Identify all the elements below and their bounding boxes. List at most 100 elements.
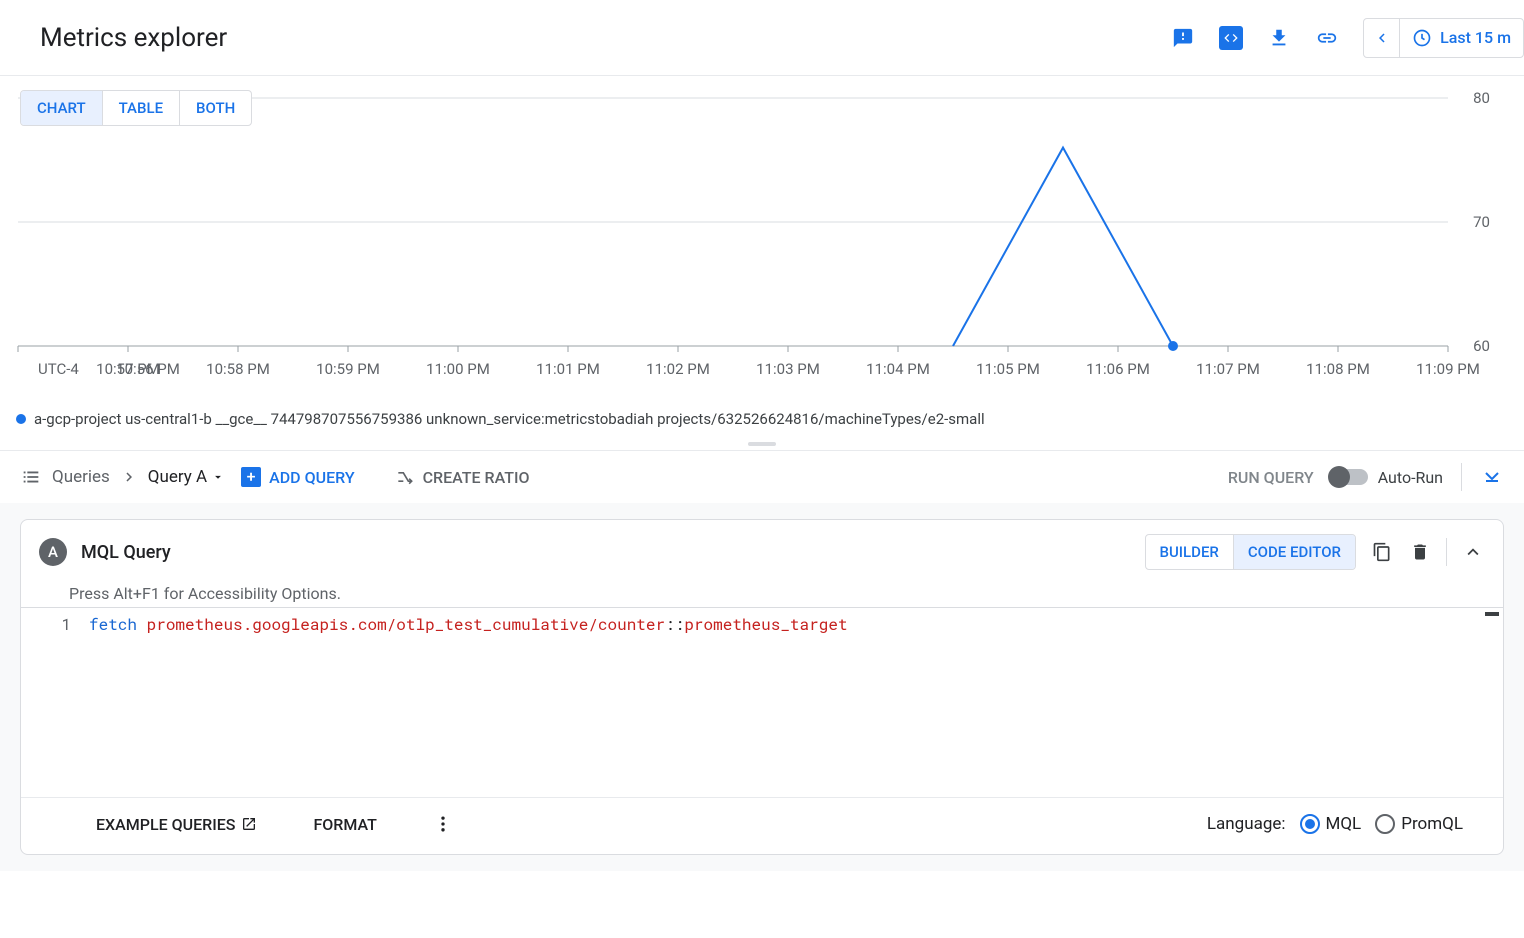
query-title: MQL Query: [81, 542, 171, 563]
drag-handle[interactable]: [0, 438, 1524, 450]
code-icon[interactable]: [1219, 26, 1243, 50]
footer-left: EXAMPLE QUERIES FORMAT: [96, 814, 453, 834]
queries-left: Queries Query A + ADD QUERY CREATE RATIO: [20, 466, 530, 488]
chart-area: CHART TABLE BOTH 607080UTC-410:57 PM10:5…: [0, 76, 1524, 450]
code-text[interactable]: fetch prometheus.googleapis.com/otlp_tes…: [81, 608, 1503, 797]
toggle-thumb: [1328, 466, 1350, 488]
svg-text:11:04 PM: 11:04 PM: [866, 360, 930, 378]
time-range-picker: Last 15 m: [1363, 18, 1524, 58]
tab-both[interactable]: BOTH: [180, 91, 251, 125]
svg-text:11:08 PM: 11:08 PM: [1306, 360, 1370, 378]
chart-view-tabs: CHART TABLE BOTH: [20, 90, 252, 126]
autorun-label: Auto-Run: [1378, 468, 1443, 487]
format-label: FORMAT: [313, 815, 376, 834]
time-range-prev-button[interactable]: [1364, 19, 1400, 57]
drag-handle-bar: [748, 442, 776, 446]
example-queries-label: EXAMPLE QUERIES: [96, 815, 235, 834]
delete-button[interactable]: [1408, 540, 1432, 564]
time-range-button[interactable]: Last 15 m: [1400, 19, 1523, 57]
svg-text:11:09 PM: 11:09 PM: [1416, 360, 1480, 378]
plus-icon: +: [241, 467, 261, 487]
open-new-icon: [241, 816, 257, 832]
feedback-icon[interactable]: [1171, 26, 1195, 50]
code-keyword: fetch: [89, 614, 137, 635]
divider: [1446, 538, 1447, 566]
legend-dot: [16, 414, 26, 424]
collapse-panel-button[interactable]: [1461, 540, 1485, 564]
page-title: Metrics explorer: [40, 23, 227, 53]
radio-promql-label: PromQL: [1401, 814, 1463, 834]
svg-text:11:06 PM: 11:06 PM: [1086, 360, 1150, 378]
svg-text:10:56 PM: 10:56 PM: [116, 360, 180, 378]
divider: [1461, 463, 1462, 491]
line-number: 1: [21, 614, 71, 635]
radio-mql[interactable]: MQL: [1300, 814, 1362, 834]
code-sep: ::: [665, 614, 684, 635]
svg-text:60: 60: [1473, 337, 1490, 355]
queries-breadcrumb: Queries Query A: [20, 466, 225, 488]
example-queries-button[interactable]: EXAMPLE QUERIES: [96, 815, 257, 834]
autorun-toggle[interactable]: Auto-Run: [1332, 468, 1443, 487]
builder-tab[interactable]: BUILDER: [1146, 535, 1234, 569]
list-icon: [20, 466, 42, 488]
line-gutter: 1: [21, 608, 81, 797]
editor-mode-tabs: BUILDER CODE EDITOR: [1145, 534, 1356, 570]
add-query-button[interactable]: + ADD QUERY: [241, 467, 354, 487]
legend-label: a-gcp-project us-central1-b __gce__ 7447…: [34, 410, 985, 428]
footer-right: Language: MQL PromQL: [1207, 814, 1463, 834]
create-ratio-button[interactable]: CREATE RATIO: [395, 467, 530, 487]
svg-text:80: 80: [1473, 89, 1490, 107]
svg-text:11:05 PM: 11:05 PM: [976, 360, 1040, 378]
svg-text:10:58 PM: 10:58 PM: [206, 360, 270, 378]
query-header-left: A MQL Query: [39, 538, 171, 566]
current-query-dropdown[interactable]: Query A: [148, 467, 225, 487]
svg-text:10:59 PM: 10:59 PM: [316, 360, 380, 378]
download-icon[interactable]: [1267, 26, 1291, 50]
collapse-all-button[interactable]: [1480, 463, 1504, 491]
code-editor-tab[interactable]: CODE EDITOR: [1234, 535, 1355, 569]
svg-text:11:01 PM: 11:01 PM: [536, 360, 600, 378]
time-range-text: Last 15 m: [1440, 28, 1511, 47]
radio-promql[interactable]: PromQL: [1375, 814, 1463, 834]
link-icon[interactable]: [1315, 26, 1339, 50]
code-path: prometheus.googleapis.com/otlp_test_cumu…: [147, 614, 665, 635]
svg-text:11:07 PM: 11:07 PM: [1196, 360, 1260, 378]
create-ratio-label: CREATE RATIO: [423, 468, 530, 487]
clock-icon: [1412, 28, 1432, 48]
accessibility-hint: Press Alt+F1 for Accessibility Options.: [21, 584, 1503, 607]
svg-text:11:03 PM: 11:03 PM: [756, 360, 820, 378]
copy-button[interactable]: [1370, 540, 1394, 564]
header-actions: Last 15 m: [1171, 18, 1524, 58]
query-footer: EXAMPLE QUERIES FORMAT Language: MQL: [21, 797, 1503, 854]
svg-text:11:00 PM: 11:00 PM: [426, 360, 490, 378]
breadcrumb-root[interactable]: Queries: [52, 467, 110, 487]
svg-text:11:02 PM: 11:02 PM: [646, 360, 710, 378]
queries-right: RUN QUERY Auto-Run: [1228, 463, 1504, 491]
merge-icon: [395, 467, 415, 487]
add-query-label: ADD QUERY: [269, 468, 354, 487]
format-button[interactable]: FORMAT: [313, 815, 376, 834]
more-vert-icon: [433, 814, 453, 834]
radio-circle: [1300, 814, 1320, 834]
query-card: A MQL Query BUILDER CODE EDITOR: [20, 519, 1504, 855]
toggle-track: [1332, 469, 1368, 485]
query-wrap: A MQL Query BUILDER CODE EDITOR: [0, 503, 1524, 871]
legend-row[interactable]: a-gcp-project us-central1-b __gce__ 7447…: [0, 406, 1524, 438]
header: Metrics explorer Last 15 m: [0, 0, 1524, 76]
run-query-button[interactable]: RUN QUERY: [1228, 468, 1314, 487]
minimap-mark: [1485, 612, 1499, 616]
svg-text:70: 70: [1473, 213, 1490, 231]
dropdown-arrow-icon: [211, 470, 225, 484]
tab-chart[interactable]: CHART: [21, 91, 103, 125]
query-header: A MQL Query BUILDER CODE EDITOR: [21, 520, 1503, 584]
more-button[interactable]: [433, 814, 453, 834]
radio-mql-label: MQL: [1326, 814, 1362, 834]
svg-text:UTC-4: UTC-4: [38, 360, 79, 378]
current-query-label: Query A: [148, 467, 207, 487]
queries-bar: Queries Query A + ADD QUERY CREATE RATIO…: [0, 450, 1524, 503]
language-label: Language:: [1207, 814, 1286, 834]
code-editor[interactable]: 1 fetch prometheus.googleapis.com/otlp_t…: [21, 607, 1503, 797]
query-badge: A: [39, 538, 67, 566]
chart[interactable]: 607080UTC-410:57 PM10:58 PM10:59 PM11:00…: [0, 88, 1524, 406]
tab-table[interactable]: TABLE: [103, 91, 180, 125]
